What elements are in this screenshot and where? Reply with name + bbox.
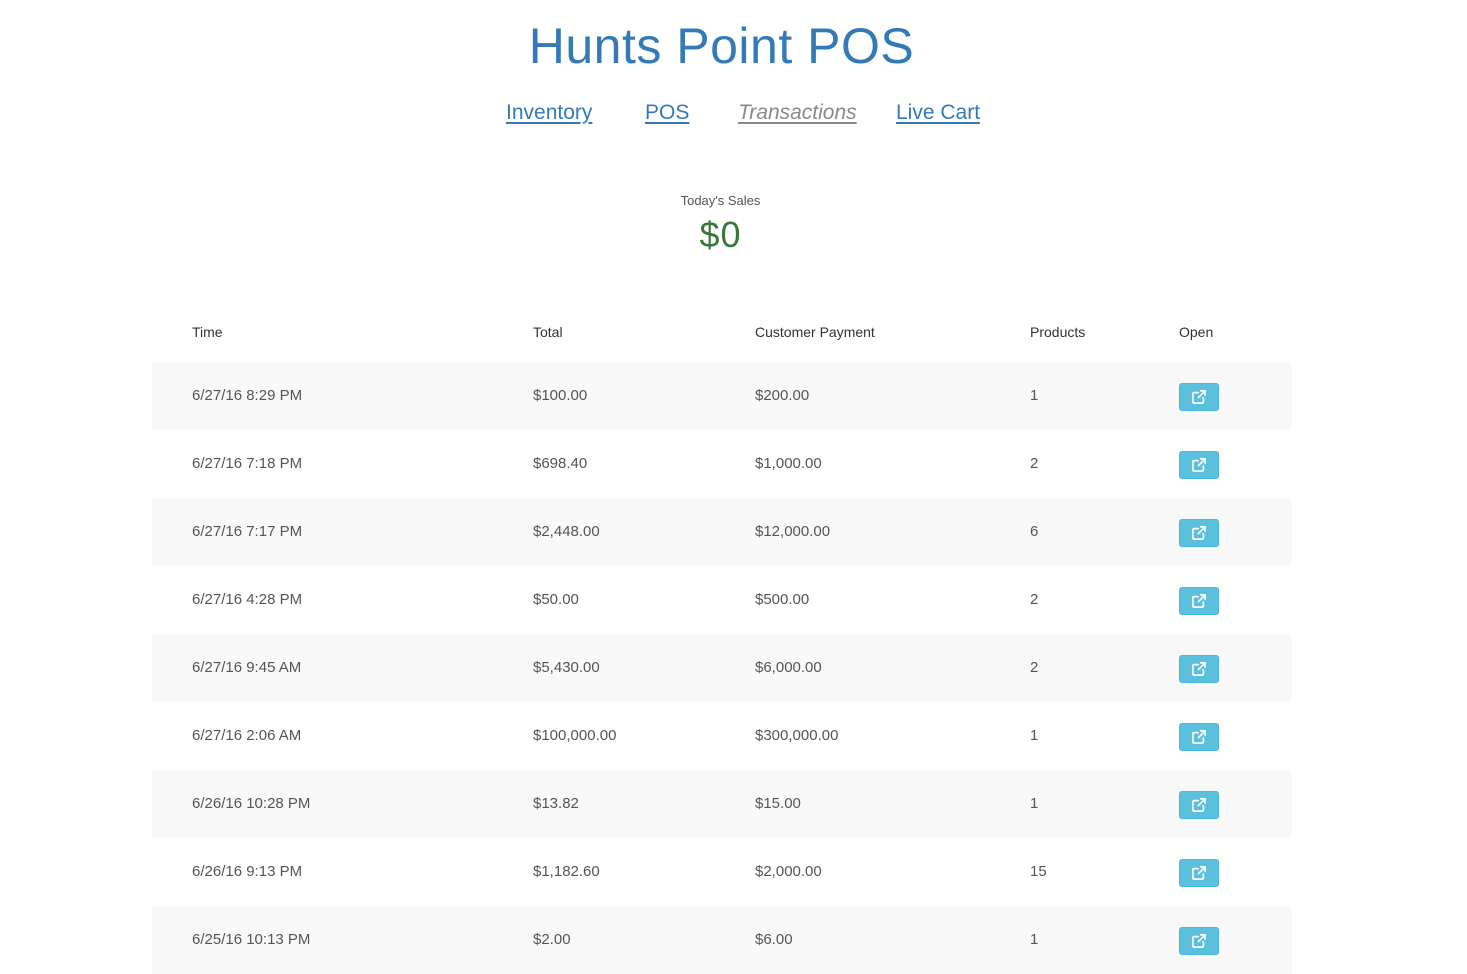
nav-inventory[interactable]: Inventory	[506, 98, 592, 128]
cell-total: $2.00	[533, 931, 571, 948]
external-link-icon	[1192, 390, 1206, 404]
cell-products: 1	[1030, 387, 1039, 404]
open-transaction-button[interactable]	[1179, 859, 1219, 887]
cell-products: 2	[1030, 455, 1039, 472]
transactions-table: Time Total Customer Payment Products Ope…	[152, 294, 1292, 974]
cell-products: 1	[1030, 727, 1039, 744]
open-transaction-button[interactable]	[1179, 519, 1219, 547]
cell-time: 6/26/16 9:13 PM	[192, 863, 303, 880]
cell-customer-payment: $2,000.00	[755, 863, 822, 880]
open-transaction-button[interactable]	[1179, 655, 1219, 683]
cell-time: 6/27/16 9:45 AM	[192, 659, 302, 676]
cell-customer-payment: $15.00	[755, 795, 801, 812]
nav-pos[interactable]: POS	[645, 98, 689, 128]
cell-products: 2	[1030, 591, 1039, 608]
cell-total: $50.00	[533, 591, 579, 608]
table-row: 6/27/16 7:17 PM $2,448.00 $12,000.00 6	[152, 498, 1292, 566]
cell-time: 6/27/16 7:17 PM	[192, 523, 303, 540]
cell-time: 6/27/16 7:18 PM	[192, 455, 303, 472]
external-link-icon	[1192, 798, 1206, 812]
cell-customer-payment: $12,000.00	[755, 523, 831, 540]
nav-transactions[interactable]: Transactions	[738, 98, 857, 128]
open-transaction-button[interactable]	[1179, 451, 1219, 479]
cell-total: $1,182.60	[533, 863, 600, 880]
table-row: 6/27/16 9:45 AM $5,430.00 $6,000.00 2	[152, 634, 1292, 702]
cell-total: $698.40	[533, 455, 588, 472]
nav-live-cart[interactable]: Live Cart	[896, 98, 980, 128]
cell-products: 2	[1030, 659, 1039, 676]
open-transaction-button[interactable]	[1179, 791, 1219, 819]
open-transaction-button[interactable]	[1179, 723, 1219, 751]
external-link-icon	[1192, 526, 1206, 540]
cell-time: 6/26/16 10:28 PM	[192, 795, 311, 812]
cell-products: 6	[1030, 523, 1039, 540]
todays-sales-label: Today's Sales	[680, 193, 761, 208]
external-link-icon	[1192, 594, 1206, 608]
cell-time: 6/27/16 8:29 PM	[192, 387, 303, 404]
table-row: 6/26/16 10:28 PM $13.82 $15.00 1	[152, 770, 1292, 838]
external-link-icon	[1192, 730, 1206, 744]
header-time: Time	[192, 324, 223, 340]
table-row: 6/27/16 8:29 PM $100.00 $200.00 1	[152, 362, 1292, 430]
cell-customer-payment: $6,000.00	[755, 659, 822, 676]
cell-products: 1	[1030, 931, 1039, 948]
cell-customer-payment: $6.00	[755, 931, 793, 948]
table-row: 6/27/16 4:28 PM $50.00 $500.00 2	[152, 566, 1292, 634]
external-link-icon	[1192, 458, 1206, 472]
cell-customer-payment: $500.00	[755, 591, 810, 608]
cell-total: $100,000.00	[533, 727, 617, 744]
table-header-row: Time Total Customer Payment Products Ope…	[152, 294, 1292, 362]
cell-customer-payment: $200.00	[755, 387, 810, 404]
todays-sales-value: $0	[699, 214, 742, 255]
cell-customer-payment: $300,000.00	[755, 727, 839, 744]
external-link-icon	[1192, 662, 1206, 676]
cell-total: $5,430.00	[533, 659, 600, 676]
cell-customer-payment: $1,000.00	[755, 455, 822, 472]
cell-time: 6/25/16 10:13 PM	[192, 931, 311, 948]
header-customer-payment: Customer Payment	[755, 324, 875, 340]
cell-time: 6/27/16 4:28 PM	[192, 591, 303, 608]
main-nav: Inventory POS Transactions Live Cart	[0, 98, 1467, 130]
cell-total: $2,448.00	[533, 523, 600, 540]
cell-products: 1	[1030, 795, 1039, 812]
external-link-icon	[1192, 866, 1206, 880]
open-transaction-button[interactable]	[1179, 383, 1219, 411]
cell-total: $13.82	[533, 795, 579, 812]
table-row: 6/27/16 7:18 PM $698.40 $1,000.00 2	[152, 430, 1292, 498]
cell-products: 15	[1030, 863, 1047, 880]
cell-total: $100.00	[533, 387, 588, 404]
header-total: Total	[533, 324, 563, 340]
external-link-icon	[1192, 934, 1206, 948]
header-open: Open	[1179, 324, 1214, 340]
table-body: 6/27/16 8:29 PM $100.00 $200.00 1 6/27/16 7:…	[152, 362, 1292, 974]
table-row: 6/26/16 9:13 PM $1,182.60 $2,000.00 15	[152, 838, 1292, 906]
open-transaction-button[interactable]	[1179, 587, 1219, 615]
header-products: Products	[1030, 324, 1086, 340]
app-title: Hunts Point POS	[528, 18, 915, 74]
table-row: 6/27/16 2:06 AM $100,000.00 $300,000.00 1	[152, 702, 1292, 770]
table-row: 6/25/16 10:13 PM $2.00 $6.00 1	[152, 906, 1292, 974]
open-transaction-button[interactable]	[1179, 927, 1219, 955]
cell-time: 6/27/16 2:06 AM	[192, 727, 302, 744]
